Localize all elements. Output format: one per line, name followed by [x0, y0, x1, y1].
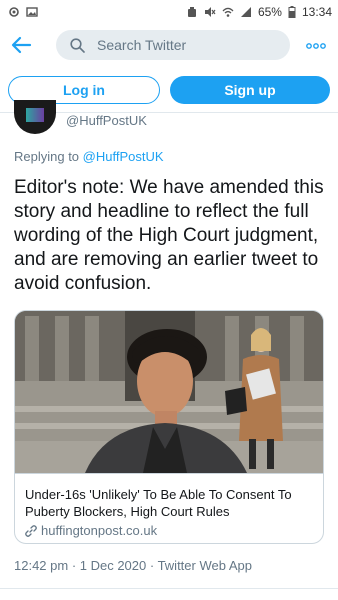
card-photo	[15, 311, 323, 473]
signal-icon	[240, 7, 251, 17]
avatar[interactable]	[14, 100, 56, 134]
search-input[interactable]: Search Twitter	[56, 30, 290, 60]
card-image	[15, 311, 323, 473]
status-bar: 65% 13:34	[0, 0, 338, 24]
top-bar: Search Twitter	[0, 26, 338, 66]
clock: 13:34	[301, 5, 332, 19]
card-domain: huffingtonpost.co.uk	[25, 523, 315, 538]
reply-prefix: Replying to	[14, 149, 80, 164]
alarm-icon	[187, 7, 196, 17]
search-placeholder: Search Twitter	[97, 37, 187, 53]
settings-notification-icon	[9, 7, 19, 17]
link-icon	[25, 524, 37, 537]
divider	[0, 588, 338, 589]
author-handle[interactable]: @HuffPostUK	[66, 113, 147, 128]
card-body: Under-16s 'Unlikely' To Be Able To Conse…	[15, 473, 323, 543]
status-left	[8, 6, 38, 18]
mute-icon	[204, 7, 216, 17]
card-title: Under-16s 'Unlikely' To Be Able To Conse…	[25, 487, 292, 519]
signup-button[interactable]: Sign up	[170, 76, 330, 104]
image-notification-icon	[26, 7, 38, 17]
more-dots-icon[interactable]	[306, 42, 326, 50]
huffpost-logo	[26, 108, 44, 122]
tweet-timestamp[interactable]: 12:42 pm · 1 Dec 2020 · Twitter Web App	[14, 558, 252, 573]
reply-mention-link[interactable]: @HuffPostUK	[83, 149, 164, 164]
status-right: 65% 13:34	[186, 5, 332, 19]
arrow-left-icon[interactable]	[10, 34, 32, 56]
tweet-text: Editor's note: We have amended this stor…	[14, 177, 324, 294]
battery-icon	[288, 6, 296, 18]
card-domain-text: huffingtonpost.co.uk	[41, 523, 158, 538]
search-icon	[70, 37, 85, 53]
wifi-icon	[222, 7, 234, 17]
battery-level: 65%	[257, 5, 282, 19]
link-card[interactable]: Under-16s 'Unlikely' To Be Able To Conse…	[14, 310, 324, 544]
reply-context: Replying to @HuffPostUK	[14, 149, 164, 164]
